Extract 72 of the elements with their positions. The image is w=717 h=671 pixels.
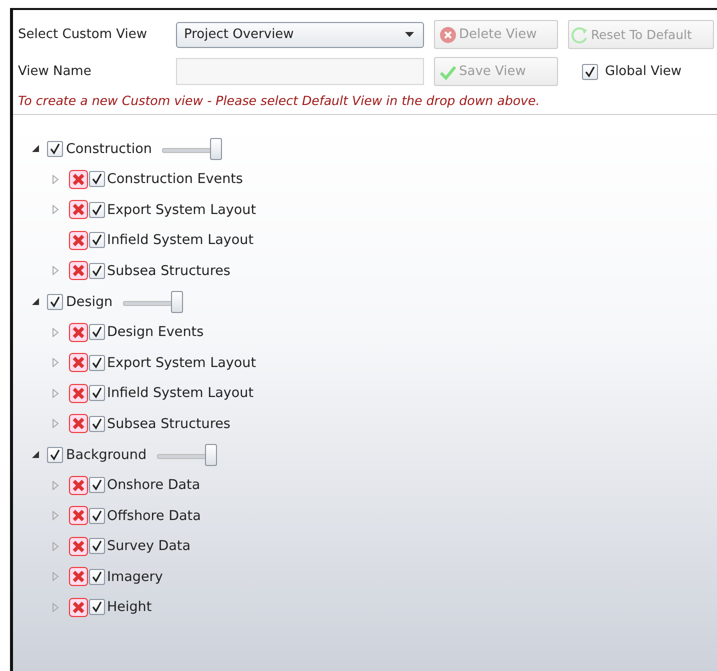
- expand-icon[interactable]: [52, 358, 59, 368]
- remove-icon[interactable]: [69, 384, 88, 403]
- checkbox[interactable]: [89, 324, 105, 340]
- tree-item[interactable]: Construction: [66, 140, 152, 156]
- remove-icon[interactable]: [69, 261, 88, 280]
- checkbox[interactable]: [89, 385, 105, 402]
- tree-item[interactable]: Background: [66, 446, 147, 462]
- button: Delete View: [434, 20, 558, 49]
- slider-thumb[interactable]: [170, 290, 183, 312]
- checkbox[interactable]: [89, 416, 105, 432]
- expand-icon[interactable]: [52, 266, 59, 276]
- tree-item[interactable]: Export System Layout: [107, 202, 256, 218]
- tree-item[interactable]: Survey Data: [107, 538, 190, 554]
- expand-icon[interactable]: [52, 328, 59, 337]
- slider-thumb[interactable]: [204, 444, 217, 466]
- remove-icon[interactable]: [69, 506, 88, 526]
- opacity-slider[interactable]: [162, 138, 220, 160]
- checkbox[interactable]: [47, 446, 63, 462]
- tree-item[interactable]: Subsea Structures: [107, 416, 230, 432]
- opacity-slider[interactable]: [156, 444, 215, 466]
- tree-item[interactable]: Design: [66, 294, 113, 310]
- checkbox-label: Global View: [605, 64, 682, 79]
- remove-icon[interactable]: [69, 476, 88, 495]
- checkbox[interactable]: [89, 202, 105, 218]
- remove-icon[interactable]: [69, 322, 88, 342]
- remove-icon[interactable]: [69, 170, 88, 189]
- remove-icon[interactable]: [69, 567, 88, 586]
- checkbox[interactable]: [89, 354, 105, 371]
- tree-item[interactable]: Infield System Layout: [107, 232, 254, 248]
- remove-icon[interactable]: [69, 200, 88, 220]
- checkbox[interactable]: [89, 599, 105, 616]
- checkbox[interactable]: [89, 508, 105, 524]
- remove-icon[interactable]: [69, 230, 88, 250]
- field-label: View Name: [18, 64, 92, 79]
- opacity-slider[interactable]: [122, 290, 181, 312]
- view-dropdown[interactable]: Project Overview: [176, 22, 424, 48]
- checkbox[interactable]: [89, 538, 105, 554]
- caret-icon: [405, 32, 414, 37]
- remove-icon[interactable]: [69, 353, 88, 372]
- tree-item[interactable]: Offshore Data: [107, 508, 201, 524]
- expand-icon[interactable]: [52, 174, 59, 184]
- checkbox[interactable]: [89, 477, 105, 494]
- checkbox[interactable]: [89, 232, 105, 248]
- remove-icon[interactable]: [69, 536, 88, 556]
- tree-item[interactable]: Export System Layout: [107, 354, 256, 371]
- tree-item[interactable]: Height: [107, 599, 152, 616]
- view-name-field[interactable]: [176, 58, 424, 85]
- button: Save View: [434, 57, 558, 86]
- tree-item[interactable]: Subsea Structures: [107, 262, 230, 279]
- tree-item[interactable]: Onshore Data: [107, 477, 200, 494]
- remove-icon[interactable]: [69, 414, 88, 434]
- tree-item[interactable]: Imagery: [107, 568, 163, 585]
- collapse-icon[interactable]: [32, 145, 39, 152]
- hint-text: To create a new Custom view - Please select Default View in the drop down above.: [18, 93, 541, 108]
- checkbox[interactable]: [47, 140, 63, 156]
- slider-thumb[interactable]: [210, 138, 222, 160]
- remove-icon[interactable]: [69, 598, 88, 617]
- tree-item[interactable]: Infield System Layout: [107, 385, 254, 402]
- checkbox[interactable]: [89, 171, 105, 188]
- collapse-icon[interactable]: [32, 451, 39, 458]
- collapse-icon[interactable]: [32, 298, 39, 305]
- expand-icon[interactable]: [52, 205, 59, 214]
- delete-icon: [439, 26, 457, 44]
- checkbox[interactable]: [582, 64, 598, 80]
- button: Reset To Default: [568, 20, 714, 49]
- field-label: Select Custom View: [18, 27, 148, 42]
- checkbox[interactable]: [89, 262, 105, 279]
- refresh-icon: [571, 26, 589, 44]
- checkbox[interactable]: [47, 294, 63, 310]
- checkbox[interactable]: [89, 568, 105, 585]
- tree-item[interactable]: Design Events: [107, 324, 204, 340]
- tree-item[interactable]: Construction Events: [107, 171, 243, 188]
